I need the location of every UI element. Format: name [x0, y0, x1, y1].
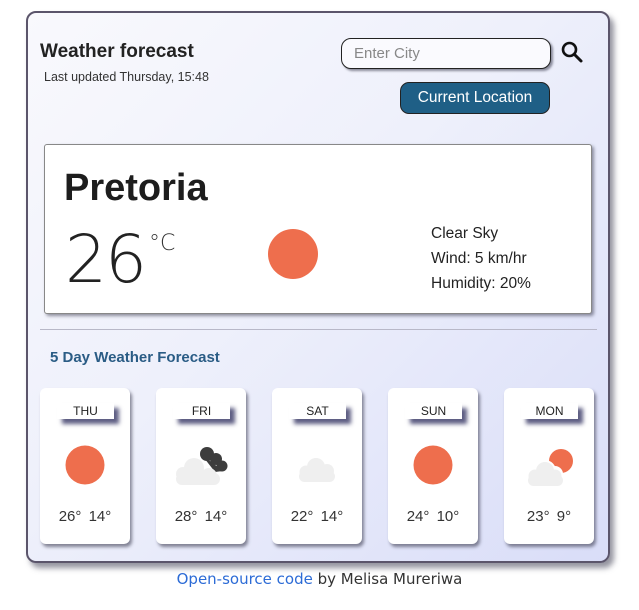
weather-details: Clear Sky Wind: 5 km/hr Humidity: 20% — [431, 221, 531, 296]
humidity: Humidity: 20% — [431, 275, 531, 292]
max-temp: 26° — [58, 508, 82, 525]
forecast-temps: 24° 10° — [388, 508, 478, 525]
forecast-day: THU — [57, 403, 114, 419]
forecast-day: SAT — [289, 403, 346, 419]
app-title: Weather forecast — [40, 41, 194, 62]
forecast-temps: 26° 14° — [40, 508, 130, 525]
max-temp: 28° — [174, 508, 198, 525]
forecast-temps: 23° 9° — [504, 508, 594, 525]
forecast-day: FRI — [173, 403, 230, 419]
forecast-temps: 22° 14° — [272, 508, 362, 525]
forecast-day: SUN — [405, 403, 462, 419]
sun-icon — [268, 229, 318, 279]
current-temperature: 26 — [65, 221, 147, 298]
min-temp: 10° — [436, 508, 460, 525]
current-location-button[interactable]: Current Location — [400, 82, 550, 114]
forecast-card: MON 23° 9° — [504, 388, 594, 544]
last-updated: Last updated Thursday, 15:48 — [44, 70, 209, 84]
weather-app: Weather forecast Last updated Thursday, … — [26, 11, 610, 563]
city-name: Pretoria — [64, 167, 208, 209]
wind-speed: Wind: 5 km/hr — [431, 250, 527, 267]
cloud-sun-icon — [519, 440, 579, 490]
divider — [40, 329, 597, 330]
forecast-card: SUN 24° 10° — [388, 388, 478, 544]
min-temp: 14° — [88, 508, 112, 525]
forecast-card: THU 26° 14° — [40, 388, 130, 544]
forecast-card: FRI 28° 14° — [156, 388, 246, 544]
current-weather-card: Pretoria 26 °C Clear Sky Wind: 5 km/hr H… — [44, 144, 592, 314]
forecast-temps: 28° 14° — [156, 508, 246, 525]
forecast-title: 5 Day Weather Forecast — [50, 349, 220, 366]
min-temp: 9° — [556, 508, 572, 525]
city-search-input[interactable] — [341, 38, 551, 69]
max-temp: 24° — [406, 508, 430, 525]
forecast-card: SAT 22° 14° — [272, 388, 362, 544]
max-temp: 22° — [290, 508, 314, 525]
sun-icon — [403, 440, 463, 490]
footer-author: by Melisa Mureriwa — [312, 570, 463, 588]
min-temp: 14° — [204, 508, 228, 525]
search-icon[interactable] — [560, 40, 584, 64]
weather-description: Clear Sky — [431, 225, 499, 242]
max-temp: 23° — [526, 508, 550, 525]
cloud-dark-cloud-icon — [171, 440, 231, 490]
open-source-link[interactable]: Open-source code — [177, 570, 313, 588]
cloud-icon — [287, 440, 347, 490]
min-temp: 14° — [320, 508, 344, 525]
sun-icon — [55, 440, 115, 490]
forecast-day: MON — [521, 403, 578, 419]
temperature-unit: °C — [149, 231, 176, 256]
footer: Open-source code by Melisa Mureriwa — [0, 570, 639, 588]
